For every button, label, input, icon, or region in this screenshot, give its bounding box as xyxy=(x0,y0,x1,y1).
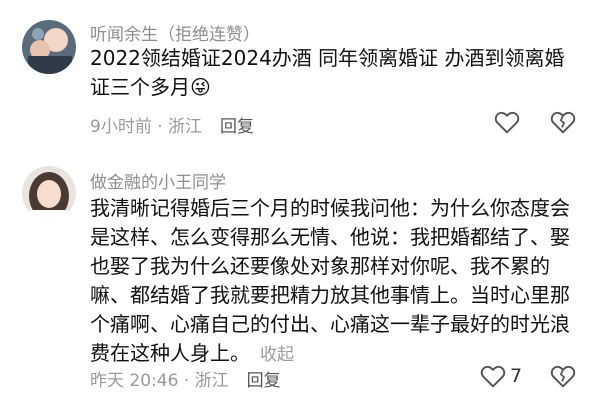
comment-time: 昨天 20:46 xyxy=(90,371,179,391)
comment-meta: 昨天 20:46 · 浙江 回复 xyxy=(90,366,281,391)
comment-body: 我清晰记得婚后三个月的时候我问他：为什么你态度会是这样、怎么变得那么无情、他说：… xyxy=(90,196,570,365)
reply-button[interactable]: 回复 xyxy=(220,117,254,137)
comment-location: 浙江 xyxy=(168,117,203,137)
emoji-wink-icon: 😜 xyxy=(190,75,211,99)
avatar[interactable] xyxy=(22,20,76,74)
dislike-button[interactable] xyxy=(550,110,576,134)
collapse-button[interactable]: 收起 xyxy=(260,345,294,365)
comment-time: 9小时前 xyxy=(90,117,152,137)
dislike-button[interactable] xyxy=(550,364,576,388)
heart-icon xyxy=(494,111,520,134)
comment-text: 我清晰记得婚后三个月的时候我问他：为什么你态度会是这样、怎么变得那么无情、他说：… xyxy=(90,194,582,370)
like-count: 7 xyxy=(510,365,523,387)
comment-text: 2022领结婚证2024办酒 同年领离婚证 办酒到领离婚证三个多月😜 xyxy=(90,44,582,102)
meta-separator: · xyxy=(178,371,195,391)
comment-meta: 9小时前 · 浙江 回复 xyxy=(90,112,254,137)
avatar[interactable] xyxy=(22,166,76,220)
like-button[interactable] xyxy=(494,110,520,134)
reply-button[interactable]: 回复 xyxy=(247,371,281,391)
heart-icon xyxy=(480,365,506,388)
meta-separator: · xyxy=(151,117,169,137)
comment-location: 浙江 xyxy=(194,371,229,391)
broken-heart-icon xyxy=(550,365,576,388)
like-button[interactable]: 7 xyxy=(480,364,522,388)
comment-body: 2022领结婚证2024办酒 同年领离婚证 办酒到领离婚证三个多月 xyxy=(90,46,565,99)
broken-heart-icon xyxy=(550,111,576,134)
avatar-image xyxy=(22,166,76,220)
comment-username[interactable]: 听闻余生（拒绝连赞） xyxy=(90,20,260,45)
avatar-image xyxy=(22,20,76,74)
comment-username[interactable]: 做金融的小王同学 xyxy=(90,168,226,193)
